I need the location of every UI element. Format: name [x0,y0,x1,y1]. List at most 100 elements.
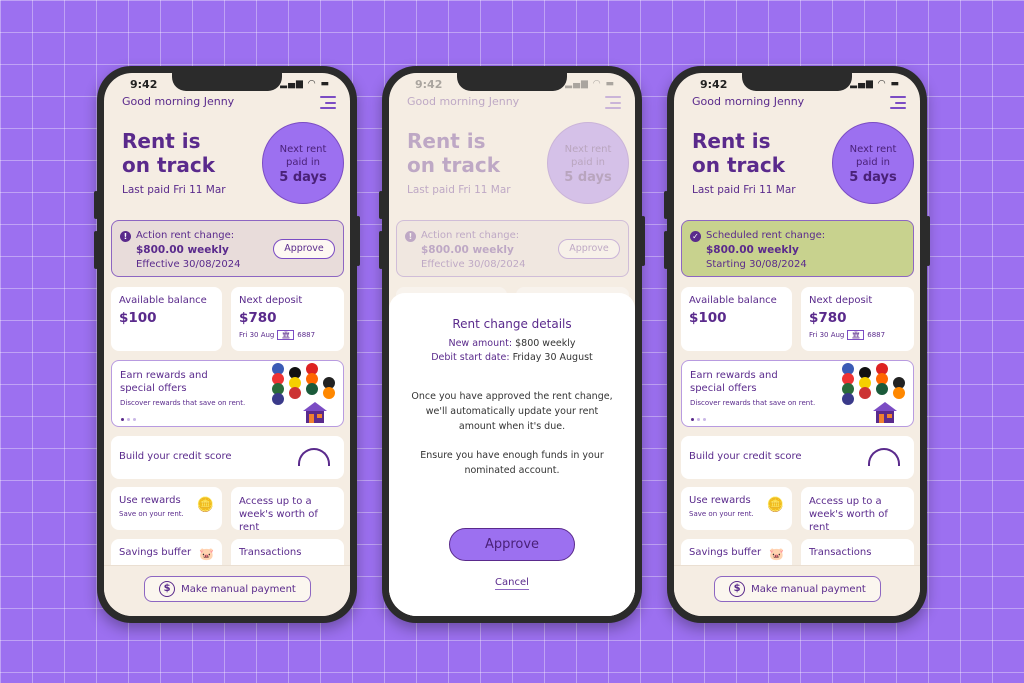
brand-logo-icon [876,383,888,395]
brand-logo-icon [842,393,854,405]
circle-text: paid in [286,157,320,168]
side-button [356,216,360,266]
use-rewards-card[interactable]: Use rewardsSave on your rent.🪙 [681,487,792,530]
approve-button[interactable]: Approve [273,239,335,259]
approve-button[interactable]: Approve [449,528,575,561]
brand-logo-icon [306,383,318,395]
dollar-icon: $ [729,581,746,597]
rewards-title: Earn rewards and special offers [120,370,208,394]
status-time: 9:42 [700,78,728,91]
card-label: Next deposit [809,295,873,306]
hamburger-menu-icon[interactable] [890,96,906,109]
rent-change-alert: ! Action rent change: $800.00 weekly Eff… [111,220,344,277]
title-line: on track [122,153,216,177]
next-deposit-card[interactable]: Next deposit $780 Fri 30 Aug🏛6887 [231,287,344,351]
bottom-bar: $ Make manual payment [104,565,350,616]
side-button [664,191,668,219]
card-label: Available balance [119,295,207,306]
deposit-value: $780 [239,310,277,326]
access-rent-card[interactable]: Access up to a week's worth of rent [801,487,914,533]
card-label: Access up to a week's worth of rent [809,496,888,533]
title-line: on track [692,153,786,177]
make-manual-payment-button[interactable]: $ Make manual payment [144,576,311,602]
phone-screen: 9:42 ▂▄▆ ◠ ▬ Good morning Jenny Rent iso… [104,73,350,616]
exclamation-icon: ! [120,231,131,242]
modal-body: Once you have approved the rent change, … [411,391,613,432]
notch [742,73,852,91]
available-balance-card[interactable]: Available balance $100 [111,287,222,351]
greeting: Good morning Jenny [122,95,235,108]
title-line: Rent is [692,129,771,153]
next-rent-circle: Next rent paid in 5 days [832,122,914,204]
notch [457,73,567,91]
alert-date: Starting 30/08/2024 [706,259,807,270]
rewards-carousel-card[interactable]: Earn rewards and special offersDiscover … [681,360,914,427]
rent-change-modal: Rent change details New amount: $800 wee… [389,293,635,616]
bank-icon: 🏛 [277,330,295,340]
modal-body: Ensure you have enough funds in your nom… [420,450,604,476]
hamburger-menu-icon[interactable] [320,96,336,109]
status-icons: ▂▄▆ ◠ ▬ [280,79,330,89]
alert-date: Effective 30/08/2024 [136,259,241,270]
amount-value: $800 weekly [515,338,576,349]
side-button [926,216,930,266]
account-number: 6887 [867,331,886,339]
circle-text: Next rent [279,144,327,155]
title-line: Rent is [122,129,201,153]
status-icons: ▂▄▆ ◠ ▬ [850,79,900,89]
side-button [379,231,383,269]
side-button [641,216,645,266]
alert-amount: $800.00 weekly [136,244,229,256]
brand-logo-icon [859,387,871,399]
greeting: Good morning Jenny [692,95,805,108]
notch [172,73,282,91]
next-deposit-card[interactable]: Next deposit $780 Fri 30 Aug🏛6887 [801,287,914,351]
card-label: Available balance [689,295,777,306]
carousel-dots[interactable] [691,418,706,421]
rent-change-alert: ✓ Scheduled rent change: $800.00 weekly … [681,220,914,277]
page-title: Rent ison track [692,129,822,177]
bank-icon: 🏛 [847,330,865,340]
account-number: 6887 [297,331,316,339]
dollar-icon: $ [159,581,176,597]
credit-score-card[interactable]: Build your credit score [111,436,344,479]
page-title: Rent ison track [122,129,252,177]
side-button [94,191,98,219]
deposit-date: Fri 30 Aug [809,331,845,339]
button-label: Make manual payment [181,583,296,595]
brand-logo-icon [323,387,335,399]
brand-logo-icon [893,387,905,399]
carousel-dots[interactable] [121,418,136,421]
deposit-date: Fri 30 Aug [239,331,275,339]
balance-value: $100 [119,310,157,326]
access-rent-card[interactable]: Access up to a week's worth of rent [231,487,344,533]
piggy-bank-icon: 🐷 [769,547,784,561]
check-circle-icon: ✓ [690,231,701,242]
rewards-carousel-card[interactable]: Earn rewards and special offersDiscover … [111,360,344,427]
modal-title: Rent change details [452,317,572,331]
phone-screen: 9:42 ▂▄▆ ◠ ▬ Good morning Jenny Rent iso… [389,73,635,616]
credit-score-card[interactable]: Build your credit score [681,436,914,479]
card-label: Access up to a week's worth of rent [239,496,318,533]
house-icon [873,402,897,423]
make-manual-payment-button[interactable]: $ Make manual payment [714,576,881,602]
balance-value: $100 [689,310,727,326]
card-label: Next deposit [239,295,303,306]
days-remaining: 5 days [849,170,897,185]
card-label: Transactions [809,547,872,558]
circle-text: paid in [856,157,890,168]
alert-amount: $800.00 weekly [706,244,799,256]
deposit-value: $780 [809,310,847,326]
date-value: Friday 30 August [512,352,593,363]
side-button [379,191,383,219]
side-button [94,231,98,269]
status-time: 9:42 [130,78,158,91]
rewards-title: Earn rewards and special offers [690,370,778,394]
brand-logo-icon [289,387,301,399]
coin-reward-icon: 🪙 [766,497,784,513]
phone-3: 9:42 ▂▄▆ ◠ ▬ Good morning Jenny Rent is o… [664,66,930,623]
available-balance-card[interactable]: Available balance $100 [681,287,792,351]
days-remaining: 5 days [279,170,327,185]
cancel-link[interactable]: Cancel [495,577,529,590]
use-rewards-card[interactable]: Use rewardsSave on your rent.🪙 [111,487,222,530]
